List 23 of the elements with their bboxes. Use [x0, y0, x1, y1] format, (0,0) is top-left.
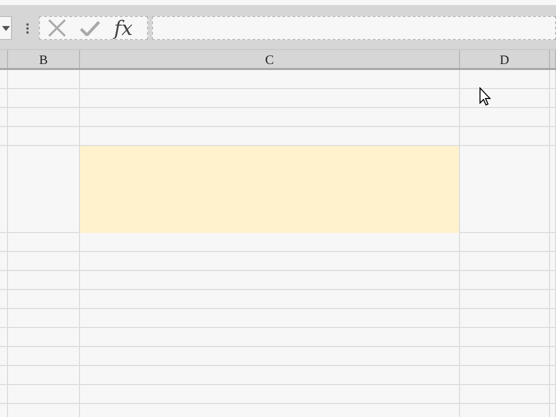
column-header[interactable]: B: [39, 52, 48, 66]
grid-cell: [8, 89, 80, 108]
formula-input[interactable]: [152, 16, 556, 40]
grid-cell: [8, 233, 80, 252]
grid-cell: [8, 271, 80, 290]
grid-cell: [8, 347, 80, 366]
caret-icon: [2, 26, 10, 30]
column-header[interactable]: C: [265, 52, 274, 66]
name-box-dropdown[interactable]: [0, 16, 12, 40]
grip-icon: [26, 22, 29, 34]
check-icon[interactable]: [80, 20, 100, 36]
grid-cell: [8, 108, 80, 127]
grid-cell: [8, 252, 80, 271]
grid-cell: [8, 366, 80, 385]
grid-cell: [8, 290, 80, 309]
grid-cell: [8, 385, 80, 404]
grid-cell: [8, 328, 80, 347]
grid-cell: [8, 309, 80, 328]
insert-function-button[interactable]: fx: [114, 18, 133, 38]
column-header[interactable]: D: [500, 52, 510, 66]
mouse-pointer-icon: [479, 87, 491, 106]
cancel-icon[interactable]: [48, 19, 66, 37]
grid-cell: [8, 127, 80, 146]
